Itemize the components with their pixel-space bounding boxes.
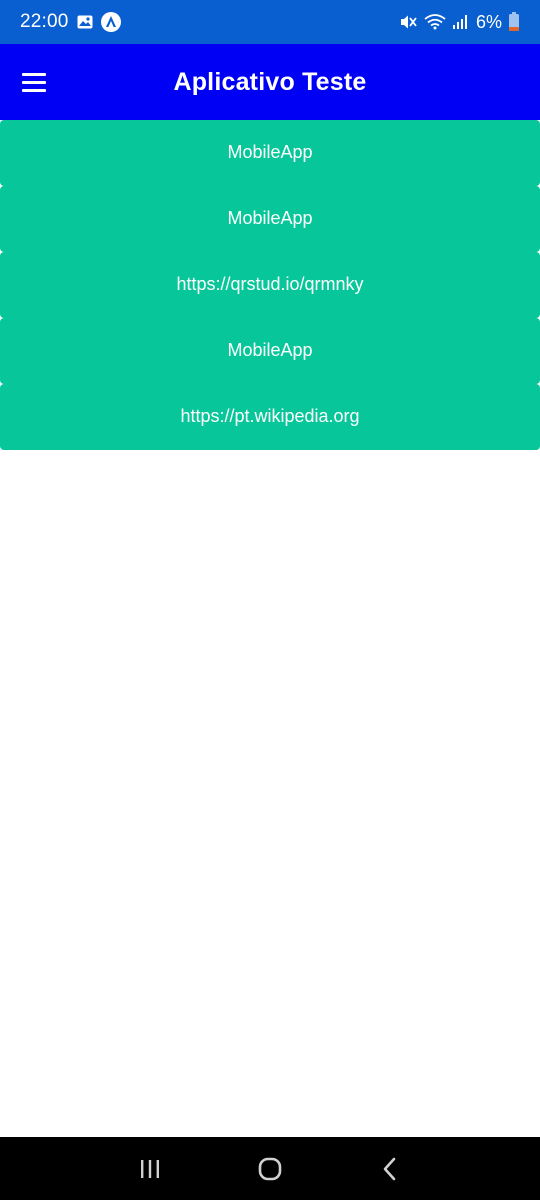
list-item-label: MobileApp [227,208,313,229]
list-item[interactable]: MobileApp [0,185,540,252]
list-item-label: https://qrstud.io/qrmnky [176,274,364,295]
hamburger-menu-icon[interactable] [22,68,52,96]
wifi-icon [424,14,446,30]
status-right: 6% [400,12,520,33]
list-item-label: MobileApp [227,340,313,361]
status-time: 22:00 [20,11,69,32]
back-icon[interactable] [368,1147,412,1191]
signal-icon [452,14,470,30]
battery-icon [508,12,520,32]
gallery-icon [77,15,93,29]
recents-icon[interactable] [128,1147,172,1191]
battery-percent: 6% [475,11,502,32]
link-list: MobileApp MobileApp https://qrstud.io/qr… [0,120,540,450]
status-bar: 22:00 6% [0,0,540,44]
list-item[interactable]: MobileApp [0,317,540,384]
mute-icon [400,14,418,30]
app-bar: Aplicativo Teste [0,44,540,120]
list-item[interactable]: https://qrstud.io/qrmnky [0,251,540,318]
list-item[interactable]: MobileApp [0,120,540,186]
page-title: Aplicativo Teste [173,67,367,96]
app-notification-icon [100,12,121,32]
list-item-label: MobileApp [227,142,313,163]
home-icon[interactable] [248,1147,292,1191]
list-item[interactable]: https://pt.wikipedia.org [0,383,540,450]
list-item-label: https://pt.wikipedia.org [180,406,360,427]
status-left: 22:00 [20,11,121,33]
system-nav-bar [0,1137,540,1200]
